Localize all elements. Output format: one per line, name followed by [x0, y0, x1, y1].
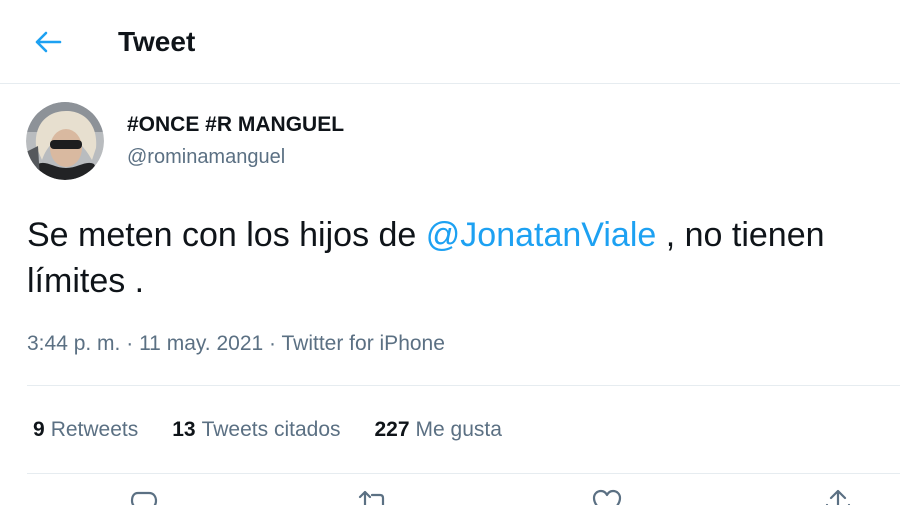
tweet-actions [0, 488, 900, 505]
tweet-date[interactable]: 11 may. 2021 [139, 332, 263, 355]
retweets-stat[interactable]: 9 Retweets [33, 416, 138, 444]
tweet-source[interactable]: Twitter for iPhone [282, 332, 445, 355]
meta-separator: · [120, 332, 140, 355]
retweets-label: Retweets [50, 418, 139, 441]
author-display-name[interactable]: #ONCE #R MANGUEL [127, 112, 344, 138]
tweet-text-start: Se meten con los hijos de [27, 216, 426, 254]
quote-tweets-count: 13 [172, 418, 196, 441]
retweets-count: 9 [33, 418, 45, 441]
meta-separator: · [263, 332, 282, 355]
reply-icon [130, 491, 158, 505]
like-button[interactable] [589, 488, 625, 505]
tweet-meta: 3:44 p. m. · 11 may. 2021 · Twitter for … [27, 330, 445, 358]
top-bar: Tweet [0, 0, 900, 84]
likes-count: 227 [374, 418, 410, 441]
divider [27, 385, 900, 386]
likes-stat[interactable]: 227 Me gusta [375, 416, 502, 444]
tweet-time[interactable]: 3:44 p. m. [27, 332, 120, 355]
share-button[interactable] [820, 488, 856, 505]
reply-button[interactable] [126, 488, 162, 505]
arrow-left-icon [35, 31, 62, 53]
like-icon [592, 489, 622, 505]
divider [27, 473, 900, 474]
quote-tweets-stat[interactable]: 13 Tweets citados [172, 416, 340, 444]
quote-tweets-label: Tweets citados [201, 418, 341, 441]
avatar[interactable] [26, 102, 104, 180]
tweet-page: Tweet #ONCE #R MANGUEL @rominamanguel Se… [0, 0, 900, 505]
back-button[interactable] [26, 22, 70, 62]
tweet-text: Se meten con los hijos de @JonatanViale … [27, 212, 897, 304]
tweet-stats: 9 Retweets 13 Tweets citados 227 Me gusta [33, 416, 536, 444]
retweet-icon [358, 490, 385, 505]
share-icon [825, 489, 851, 505]
mention-link[interactable]: @JonatanViale [426, 216, 657, 254]
page-title: Tweet [118, 26, 196, 57]
author-handle[interactable]: @rominamanguel [127, 144, 285, 170]
retweet-button[interactable] [356, 488, 392, 505]
user-avatar-icon [26, 102, 104, 180]
likes-label: Me gusta [415, 418, 502, 441]
